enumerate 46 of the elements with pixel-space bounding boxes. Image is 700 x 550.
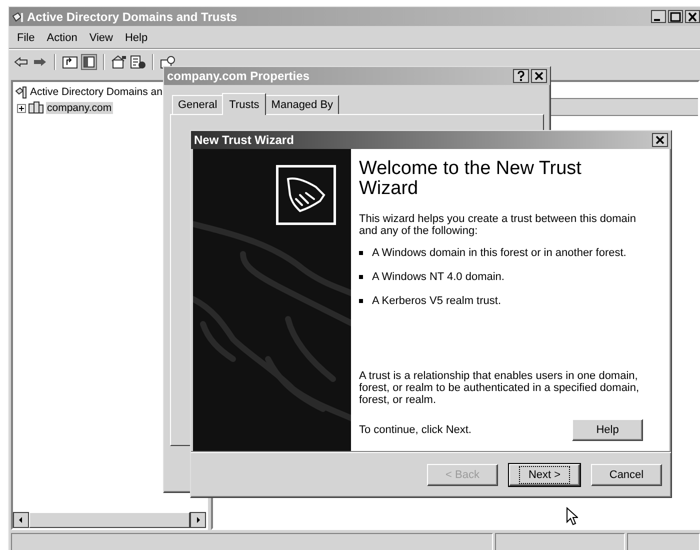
horizontal-scrollbar[interactable] [13, 512, 206, 528]
cursor-icon [566, 507, 578, 526]
back-arrow-icon[interactable] [13, 55, 29, 69]
tab[interactable]: Managed By [265, 95, 340, 114]
forward-arrow-icon[interactable] [32, 55, 48, 69]
tree-item[interactable]: company.com [46, 102, 113, 114]
properties-icon[interactable] [111, 55, 127, 69]
window-title: Active Directory Domains and Trusts [27, 10, 238, 24]
show-tree-icon[interactable] [81, 54, 97, 70]
dialog-title: company.com Properties [167, 69, 310, 83]
cancel-button[interactable]: Cancel [591, 464, 662, 486]
note-text: A trust is a relationship that enables users in one domain, forest, or realm to be authenticated in a specified domain, forest, or realm. [359, 370, 640, 406]
minimize-button[interactable] [651, 10, 666, 23]
help-button[interactable]: Help [572, 419, 643, 441]
domains-icon [15, 85, 27, 99]
close-button[interactable] [531, 69, 547, 83]
tab[interactable]: General [172, 95, 224, 114]
close-button[interactable] [685, 10, 700, 23]
export-list-icon[interactable] [130, 55, 146, 69]
scroll-left-icon[interactable] [13, 512, 29, 528]
close-button[interactable] [652, 133, 668, 147]
bullet-icon [359, 251, 363, 255]
scroll-right-icon[interactable] [190, 512, 206, 528]
intro-text: This wizard helps you create a trust between this domain and any of the following: [359, 213, 637, 237]
bullet-text: A Kerberos V5 realm trust. [372, 295, 501, 307]
tree-item[interactable]: Active Directory Domains an [29, 86, 164, 98]
up-folder-icon[interactable] [62, 55, 78, 69]
menu-item[interactable]: Help [118, 30, 154, 46]
maximize-button[interactable] [668, 10, 683, 23]
scroll-thumb[interactable] [29, 512, 190, 528]
help-button[interactable] [513, 69, 529, 83]
menu-item[interactable]: File [11, 30, 41, 46]
bullet-icon [359, 275, 363, 279]
dialog-title: New Trust Wizard [194, 133, 295, 147]
next-button[interactable]: Next > [509, 464, 580, 486]
menu-item[interactable]: View [83, 30, 119, 46]
menu-item[interactable]: Action [40, 30, 84, 46]
domain-icon [28, 101, 44, 115]
bullet-text: A Windows NT 4.0 domain. [372, 271, 504, 283]
wizard-heading: Welcome to the New Trust Wizard [359, 159, 582, 199]
app-icon [11, 10, 25, 24]
expand-icon[interactable] [17, 104, 26, 112]
instruction-text: To continue, click Next. [359, 424, 472, 436]
tab[interactable]: Trusts [222, 93, 266, 115]
bullet-icon [359, 299, 363, 303]
bullet-text: A Windows domain in this forest or in another forest. [372, 247, 626, 259]
